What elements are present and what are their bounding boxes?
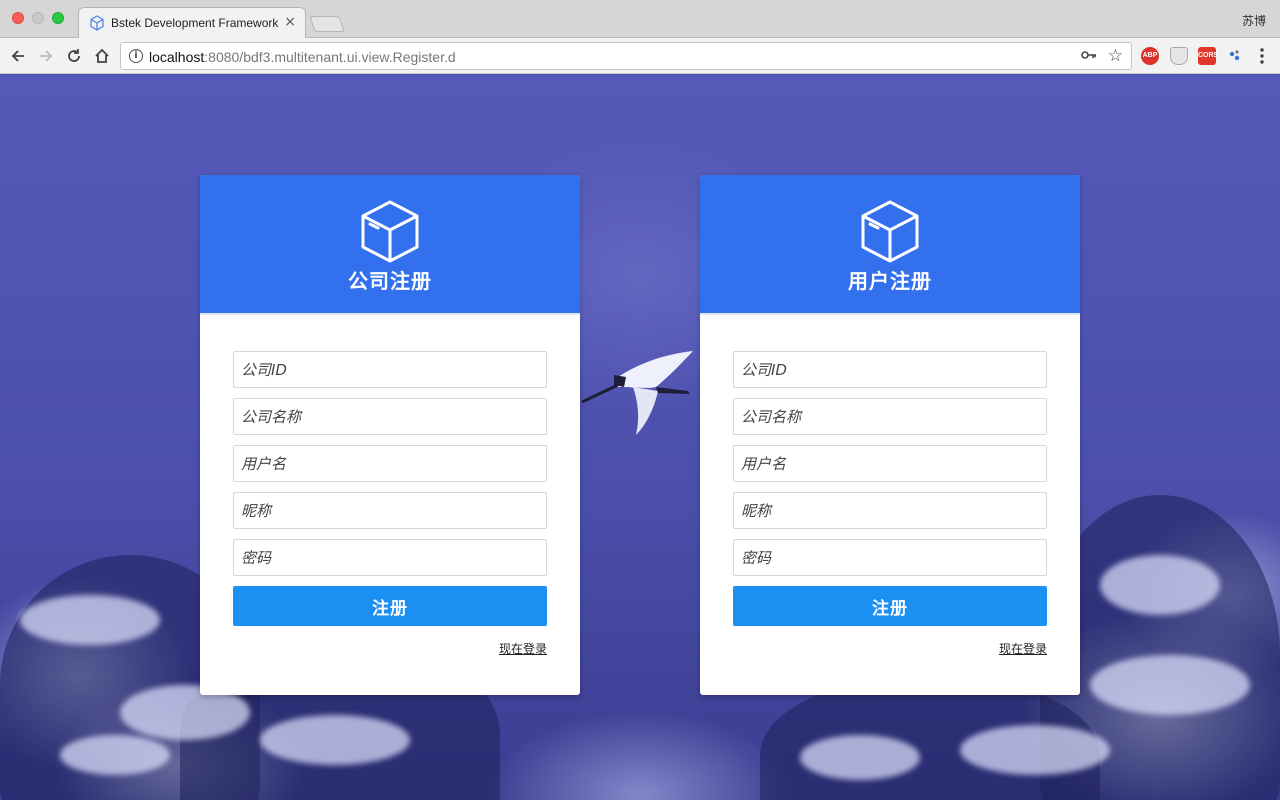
bookmark-star-icon[interactable]: ☆	[1108, 46, 1123, 66]
background-snow	[1090, 655, 1250, 715]
box-icon	[361, 200, 419, 263]
login-now-link[interactable]: 现在登录	[499, 640, 547, 657]
background-snow	[800, 735, 920, 780]
browser-toolbar: i localhost:8080/bdf3.multitenant.ui.vie…	[0, 38, 1280, 74]
reload-icon[interactable]	[64, 46, 84, 66]
background-snow	[60, 735, 170, 775]
box-icon	[861, 200, 919, 263]
maximize-window-button[interactable]	[52, 12, 64, 24]
browser-menu-icon[interactable]	[1254, 46, 1270, 66]
forward-icon[interactable]	[36, 46, 56, 66]
tab-title: Bstek Development Framework	[111, 16, 279, 30]
crane-image	[581, 351, 693, 435]
background-snow	[960, 725, 1110, 775]
nickname-input[interactable]	[733, 492, 1047, 529]
company-id-input[interactable]	[733, 351, 1047, 388]
card-header: 公司注册	[200, 175, 580, 315]
shield-extension-icon[interactable]	[1170, 47, 1188, 65]
card-title: 用户注册	[848, 269, 932, 293]
url-text[interactable]: localhost:8080/bdf3.multitenant.ui.view.…	[149, 49, 456, 65]
background-snow	[20, 595, 160, 645]
adblock-extension-icon[interactable]: ABP	[1141, 47, 1159, 65]
page-viewport: 公司注册 注册 现在登录 用户注册 注册 现在登录	[0, 75, 1280, 800]
new-tab-button[interactable]	[309, 16, 345, 32]
key-icon[interactable]	[1081, 48, 1097, 66]
profile-name[interactable]: 苏博	[1242, 12, 1266, 29]
browser-tab[interactable]: Bstek Development Framework ×	[78, 7, 306, 38]
background-snow	[260, 715, 410, 765]
cube-icon	[90, 15, 104, 31]
address-bar[interactable]: i localhost:8080/bdf3.multitenant.ui.vie…	[120, 42, 1132, 70]
user-register-card: 用户注册 注册 现在登录	[700, 175, 1080, 695]
password-input[interactable]	[733, 539, 1047, 576]
card-title: 公司注册	[348, 269, 432, 293]
cors-extension-icon[interactable]: CORS	[1198, 47, 1218, 65]
background-snow	[1100, 555, 1220, 615]
close-window-button[interactable]	[12, 12, 24, 24]
info-icon[interactable]: i	[129, 49, 143, 63]
register-button[interactable]: 注册	[233, 586, 547, 626]
minimize-window-button[interactable]	[32, 12, 44, 24]
url-host: localhost	[149, 49, 205, 65]
url-path: :8080/bdf3.multitenant.ui.view.Register.…	[204, 49, 456, 65]
company-register-card: 公司注册 注册 现在登录	[200, 175, 580, 695]
password-input[interactable]	[233, 539, 547, 576]
company-name-input[interactable]	[733, 398, 1047, 435]
home-icon[interactable]	[92, 46, 112, 66]
card-header: 用户注册	[700, 175, 1080, 315]
company-id-input[interactable]	[233, 351, 547, 388]
back-icon[interactable]	[8, 46, 28, 66]
register-button[interactable]: 注册	[733, 586, 1047, 626]
browser-titlebar: Bstek Development Framework × 苏博	[0, 0, 1280, 38]
username-input[interactable]	[233, 445, 547, 482]
tab-close-icon[interactable]: ×	[284, 14, 296, 30]
nickname-input[interactable]	[233, 492, 547, 529]
username-input[interactable]	[733, 445, 1047, 482]
company-name-input[interactable]	[233, 398, 547, 435]
extension-icon[interactable]	[1226, 47, 1244, 65]
login-now-link[interactable]: 现在登录	[999, 640, 1047, 657]
